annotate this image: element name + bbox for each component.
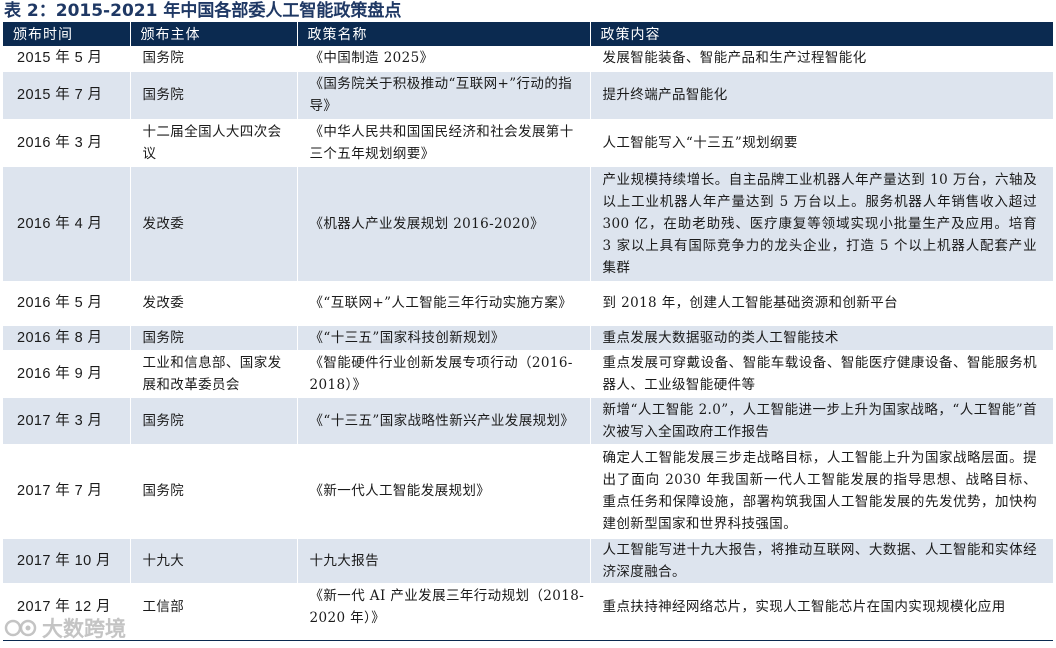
table-row: 2016 年 9 月 工业和信息部、国家发展和改革委员会 《智能硬件行业创新发展… bbox=[3, 350, 1053, 398]
cell-date: 2016 年 3 月 bbox=[3, 119, 130, 167]
cell-issuer: 国务院 bbox=[129, 397, 297, 445]
watermark: 大数跨境 bbox=[4, 612, 126, 644]
cell-policy-name: 《新一代人工智能发展规划》 bbox=[296, 444, 590, 539]
cell-date: 2016 年 4 月 bbox=[3, 166, 130, 282]
cell-policy-name: 《新一代 AI 产业发展三年行动规划（2018-2020 年）》 bbox=[296, 583, 590, 632]
cell-date: 2016 年 8 月 bbox=[3, 325, 130, 351]
cell-issuer: 国务院 bbox=[129, 325, 297, 351]
table-row: 2016 年 5 月 发改委 《“互联网+”人工智能三年行动实施方案》 到 20… bbox=[3, 281, 1053, 326]
table-bottom-rule bbox=[3, 640, 1053, 641]
cell-policy-content: 提升终端产品智能化 bbox=[589, 71, 1053, 120]
column-header-policy-name: 政策名称 bbox=[296, 22, 590, 46]
cell-policy-content: 发展智能装备、智能产品和生产过程智能化 bbox=[589, 46, 1053, 72]
cell-issuer: 十二届全国人大四次会议 bbox=[129, 119, 297, 167]
cell-policy-content: 到 2018 年，创建人工智能基础资源和创新平台 bbox=[589, 281, 1053, 326]
cell-policy-name: 《“互联网+”人工智能三年行动实施方案》 bbox=[296, 281, 590, 326]
watermark-logo-icon bbox=[4, 619, 37, 637]
cell-issuer: 十九大 bbox=[129, 538, 297, 584]
table-row: 2017 年 12 月 工信部 《新一代 AI 产业发展三年行动规划（2018-… bbox=[3, 583, 1053, 632]
table-row: 2016 年 3 月 十二届全国人大四次会议 《中华人民共和国国民经济和社会发展… bbox=[3, 119, 1053, 167]
cell-policy-name: 《机器人产业发展规划 2016-2020》 bbox=[296, 166, 590, 282]
cell-date: 2015 年 5 月 bbox=[3, 46, 130, 72]
cell-policy-content: 产业规模持续增长。自主品牌工业机器人年产量达到 10 万台，六轴及以上工业机器人… bbox=[589, 166, 1053, 282]
cell-issuer: 国务院 bbox=[129, 46, 297, 72]
table-row: 2017 年 10 月 十九大 十九大报告 人工智能写进十九大报告，将推动互联网… bbox=[3, 538, 1053, 584]
table-row: 2015 年 5 月 国务院 《中国制造 2025》 发展智能装备、智能产品和生… bbox=[3, 46, 1053, 72]
cell-date: 2016 年 9 月 bbox=[3, 350, 130, 398]
cell-issuer: 国务院 bbox=[129, 444, 297, 539]
cell-policy-content: 新增“人工智能 2.0”，人工智能进一步上升为国家战略，“人工智能”首次被写入全… bbox=[589, 397, 1053, 445]
cell-issuer: 发改委 bbox=[129, 281, 297, 326]
cell-policy-name: 《国务院关于积极推动“互联网+”行动的指导》 bbox=[296, 71, 590, 120]
table-row: 2015 年 7 月 国务院 《国务院关于积极推动“互联网+”行动的指导》 提升… bbox=[3, 71, 1053, 120]
table-row: 2017 年 3 月 国务院 《“十三五”国家战略性新兴产业发展规划》 新增“人… bbox=[3, 397, 1053, 445]
header-row: 颁布时间 颁布主体 政策名称 政策内容 bbox=[3, 22, 1053, 46]
cell-policy-name: 《中国制造 2025》 bbox=[296, 46, 590, 72]
cell-policy-content: 人工智能写进十九大报告，将推动互联网、大数据、人工智能和实体经济深度融合。 bbox=[589, 538, 1053, 584]
cell-policy-content: 人工智能写入“十三五”规划纲要 bbox=[589, 119, 1053, 167]
cell-policy-name: 《智能硬件行业创新发展专项行动（2016-2018）》 bbox=[296, 350, 590, 398]
table-title: 表 2：2015-2021 年中国各部委人工智能政策盘点 bbox=[4, 1, 402, 21]
cell-policy-name: 《“十三五”国家战略性新兴产业发展规划》 bbox=[296, 397, 590, 445]
cell-policy-content: 重点发展大数据驱动的类人工智能技术 bbox=[589, 325, 1053, 351]
cell-policy-content: 重点扶持神经网络芯片，实现人工智能芯片在国内实现规模化应用 bbox=[589, 583, 1053, 632]
cell-issuer: 工业和信息部、国家发展和改革委员会 bbox=[129, 350, 297, 398]
column-header-date: 颁布时间 bbox=[3, 22, 130, 46]
cell-policy-name: 十九大报告 bbox=[296, 538, 590, 584]
cell-issuer: 发改委 bbox=[129, 166, 297, 282]
cell-date: 2017 年 7 月 bbox=[3, 444, 130, 539]
cell-issuer: 国务院 bbox=[129, 71, 297, 120]
cell-date: 2015 年 7 月 bbox=[3, 71, 130, 120]
policy-table: 颁布时间 颁布主体 政策名称 政策内容 2015 年 5 月 国务院 《中国制造… bbox=[3, 22, 1053, 632]
column-header-issuer: 颁布主体 bbox=[129, 22, 297, 46]
watermark-text: 大数跨境 bbox=[42, 617, 126, 641]
cell-policy-name: 《“十三五”国家科技创新规划》 bbox=[296, 325, 590, 351]
cell-policy-name: 《中华人民共和国国民经济和社会发展第十三个五年规划纲要》 bbox=[296, 119, 590, 167]
cell-date: 2017 年 3 月 bbox=[3, 397, 130, 445]
table-row: 2016 年 8 月 国务院 《“十三五”国家科技创新规划》 重点发展大数据驱动… bbox=[3, 325, 1053, 351]
column-header-policy-content: 政策内容 bbox=[589, 22, 1053, 46]
cell-date: 2017 年 10 月 bbox=[3, 538, 130, 584]
cell-issuer: 工信部 bbox=[129, 583, 297, 632]
table-row: 2016 年 4 月 发改委 《机器人产业发展规划 2016-2020》 产业规… bbox=[3, 166, 1053, 282]
table-row: 2017 年 7 月 国务院 《新一代人工智能发展规划》 确定人工智能发展三步走… bbox=[3, 444, 1053, 539]
cell-policy-content: 确定人工智能发展三步走战略目标，人工智能上升为国家战略层面。提出了面向 2030… bbox=[589, 444, 1053, 539]
cell-policy-content: 重点发展可穿戴设备、智能车载设备、智能医疗健康设备、智能服务机器人、工业级智能硬… bbox=[589, 350, 1053, 398]
cell-date: 2016 年 5 月 bbox=[3, 281, 130, 326]
